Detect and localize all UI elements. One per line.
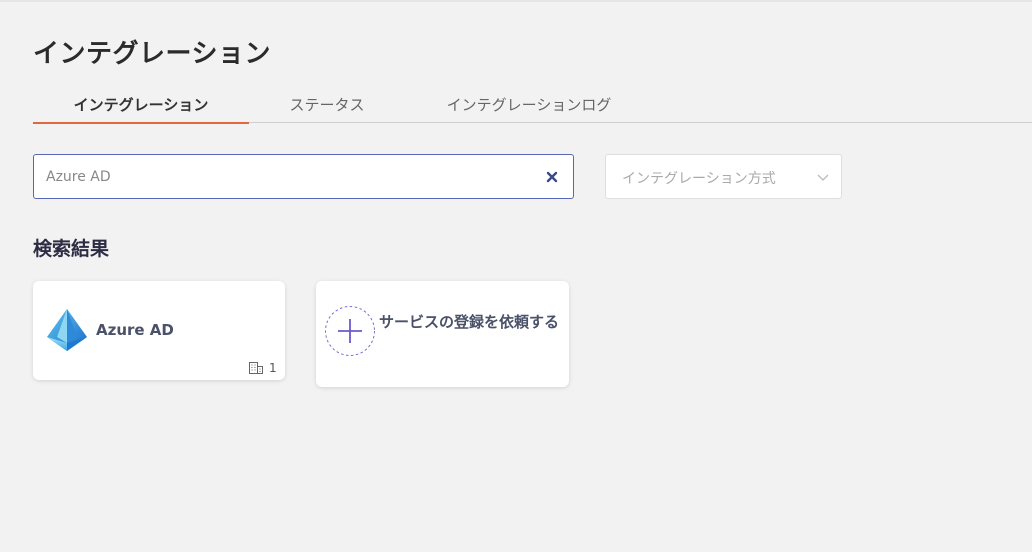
integration-method-placeholder: インテグレーション方式	[622, 171, 776, 187]
tab-status[interactable]: ステータス	[249, 92, 405, 123]
request-service-card[interactable]: サービスの登録を依頼する	[316, 281, 569, 387]
chevron-down-icon	[817, 174, 829, 181]
integration-name: Azure AD	[96, 321, 174, 339]
page-title: インテグレーション	[33, 39, 271, 69]
top-border	[0, 0, 1032, 2]
tab-bar: インテグレーション ステータス インテグレーションログ	[33, 92, 1032, 124]
tab-integration[interactable]: インテグレーション	[33, 92, 249, 124]
search-box	[33, 154, 574, 199]
plus-icon	[325, 306, 375, 356]
results-heading: 検索結果	[33, 238, 110, 260]
request-service-label: サービスの登録を依頼する	[379, 313, 560, 331]
building-icon	[249, 362, 263, 374]
integration-method-select[interactable]: インテグレーション方式	[605, 154, 842, 199]
azure-ad-logo-icon	[47, 309, 87, 351]
integration-card-azure-ad[interactable]: Azure AD 1	[33, 281, 285, 380]
organization-count: 1	[269, 361, 277, 375]
search-input[interactable]	[46, 155, 526, 198]
close-icon[interactable]	[545, 170, 559, 184]
tab-integration-log[interactable]: インテグレーションログ	[405, 92, 653, 123]
